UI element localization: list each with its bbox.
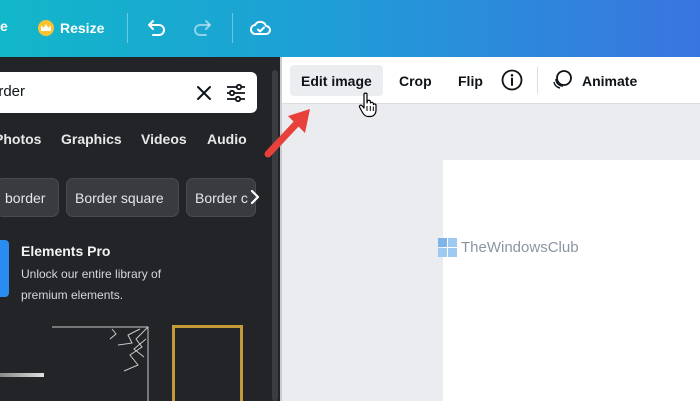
redo-icon[interactable]: [189, 14, 217, 42]
resize-button[interactable]: Resize: [38, 17, 104, 39]
toolbar-divider: [537, 67, 538, 94]
tab-photos[interactable]: Photos: [0, 131, 41, 147]
watermark: TheWindowsClub: [438, 238, 579, 257]
info-icon[interactable]: [501, 69, 523, 91]
filter-sliders-icon[interactable]: [225, 82, 247, 104]
element-thumbnail[interactable]: [52, 325, 150, 401]
cloud-saved-icon[interactable]: [247, 14, 275, 42]
undo-icon[interactable]: [142, 14, 170, 42]
top-bar-cut-label: e: [0, 18, 8, 34]
search-input[interactable]: [0, 83, 180, 100]
element-thumbnail[interactable]: [172, 325, 243, 401]
top-bar-divider: [127, 13, 128, 43]
red-arrow-icon: [258, 104, 318, 164]
windows-logo-icon: [438, 238, 457, 257]
suggestion-chip[interactable]: border: [0, 178, 59, 217]
animate-button[interactable]: Animate: [571, 65, 648, 96]
tab-videos[interactable]: Videos: [141, 131, 187, 147]
top-bar-divider: [232, 13, 233, 43]
flip-button[interactable]: Flip: [447, 65, 494, 96]
design-canvas[interactable]: [443, 160, 700, 401]
crop-button[interactable]: Crop: [388, 65, 443, 96]
elements-pro-title[interactable]: Elements Pro: [21, 243, 110, 259]
resize-label: Resize: [60, 20, 105, 36]
elements-pro-description: Unlock our entire library of premium ele…: [21, 267, 162, 302]
top-bar: [0, 0, 700, 57]
search-box[interactable]: [0, 72, 257, 113]
crown-icon: [38, 20, 54, 36]
watermark-text: TheWindowsClub: [461, 239, 579, 256]
close-icon[interactable]: [194, 83, 214, 103]
tab-graphics[interactable]: Graphics: [61, 131, 122, 147]
hand-pointer-icon: [358, 92, 380, 118]
animate-icon[interactable]: [551, 69, 573, 91]
chevron-right-icon[interactable]: [244, 185, 266, 209]
suggestion-chip[interactable]: Border square: [66, 178, 179, 217]
element-thumbnail[interactable]: [0, 373, 44, 377]
tab-audio[interactable]: Audio: [207, 131, 247, 147]
elements-pro-badge: [0, 240, 9, 297]
